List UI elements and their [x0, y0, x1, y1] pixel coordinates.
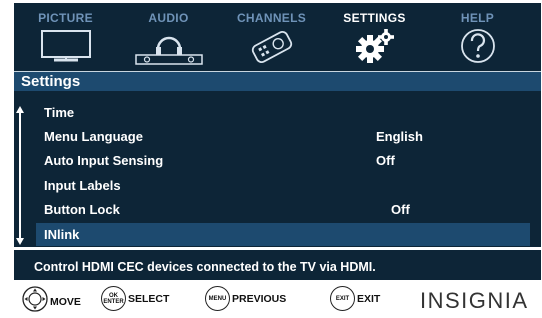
- dpad-icon: [22, 286, 48, 317]
- menu-item-value: Off: [391, 202, 410, 217]
- menu-button-icon: MENU: [205, 286, 230, 311]
- menu-item-label: Auto Input Sensing: [44, 153, 164, 168]
- menu-text: MENU: [208, 295, 227, 302]
- item-description: Control HDMI CEC devices connected to th…: [34, 260, 376, 274]
- menu-item-time[interactable]: Time: [36, 101, 530, 124]
- brand-logo: INSIGNIA: [420, 288, 529, 313]
- exit-button-icon: EXIT: [330, 286, 355, 311]
- exit-label: EXIT: [357, 292, 381, 305]
- move-hint: MOVE: [22, 286, 81, 317]
- gears-icon: [348, 27, 402, 72]
- enter-text: ENTER: [103, 298, 124, 305]
- tab-label: SETTINGS: [343, 11, 406, 25]
- tab-label: PICTURE: [38, 11, 93, 25]
- exit-hint: EXIT EXIT: [330, 286, 380, 311]
- exit-text: EXIT: [335, 295, 350, 302]
- menu-item-label: Input Labels: [44, 178, 121, 193]
- tab-label: CHANNELS: [236, 11, 307, 25]
- remote-icon: [245, 27, 299, 70]
- menu-item-inlink[interactable]: INlink: [36, 223, 530, 246]
- tv-menu-screen: PICTURE AUDIO CHANNELS SETTINGS HELP Set…: [14, 3, 541, 280]
- move-label: MOVE: [50, 295, 81, 308]
- menu-item-value: Off: [376, 153, 395, 168]
- previous-label: PREVIOUS: [232, 292, 287, 305]
- tab-help[interactable]: HELP: [426, 3, 529, 71]
- tv-icon: [39, 27, 93, 68]
- tab-picture[interactable]: PICTURE: [14, 3, 117, 71]
- menu-item-label: Button Lock: [44, 202, 120, 217]
- menu-item-input-labels[interactable]: Input Labels: [36, 174, 530, 197]
- button-legend: MOVE OK ENTER SELECT MENU PREVIOUS EXIT …: [0, 282, 542, 318]
- question-icon: [458, 27, 498, 70]
- page-title: Settings: [21, 73, 81, 90]
- menu-item-menu-language[interactable]: Menu Language English: [36, 125, 530, 148]
- settings-header-bar: Settings: [14, 71, 541, 91]
- tab-label: AUDIO: [148, 11, 189, 25]
- ok-enter-button-icon: OK ENTER: [101, 286, 126, 311]
- scroll-down-arrow-icon[interactable]: [16, 238, 24, 245]
- tab-label: HELP: [460, 11, 495, 25]
- tab-audio[interactable]: AUDIO: [117, 3, 220, 71]
- headphones-icon: [134, 27, 204, 70]
- menu-item-auto-input-sensing[interactable]: Auto Input Sensing Off: [36, 149, 530, 172]
- tab-channels[interactable]: CHANNELS: [220, 3, 323, 71]
- menu-item-label: INlink: [44, 227, 80, 242]
- menu-item-label: Time: [44, 105, 75, 120]
- tab-settings[interactable]: SETTINGS: [323, 3, 426, 71]
- scrollbar[interactable]: [19, 112, 21, 238]
- select-label: SELECT: [128, 292, 170, 305]
- menu-item-button-lock[interactable]: Button Lock Off: [36, 198, 530, 221]
- menu-tabs: PICTURE AUDIO CHANNELS SETTINGS HELP: [14, 3, 541, 71]
- menu-item-value: English: [376, 129, 423, 144]
- menu-item-label: Menu Language: [44, 129, 143, 144]
- description-divider: [14, 247, 541, 250]
- select-hint: OK ENTER SELECT: [101, 286, 169, 311]
- previous-hint: MENU PREVIOUS: [205, 286, 286, 311]
